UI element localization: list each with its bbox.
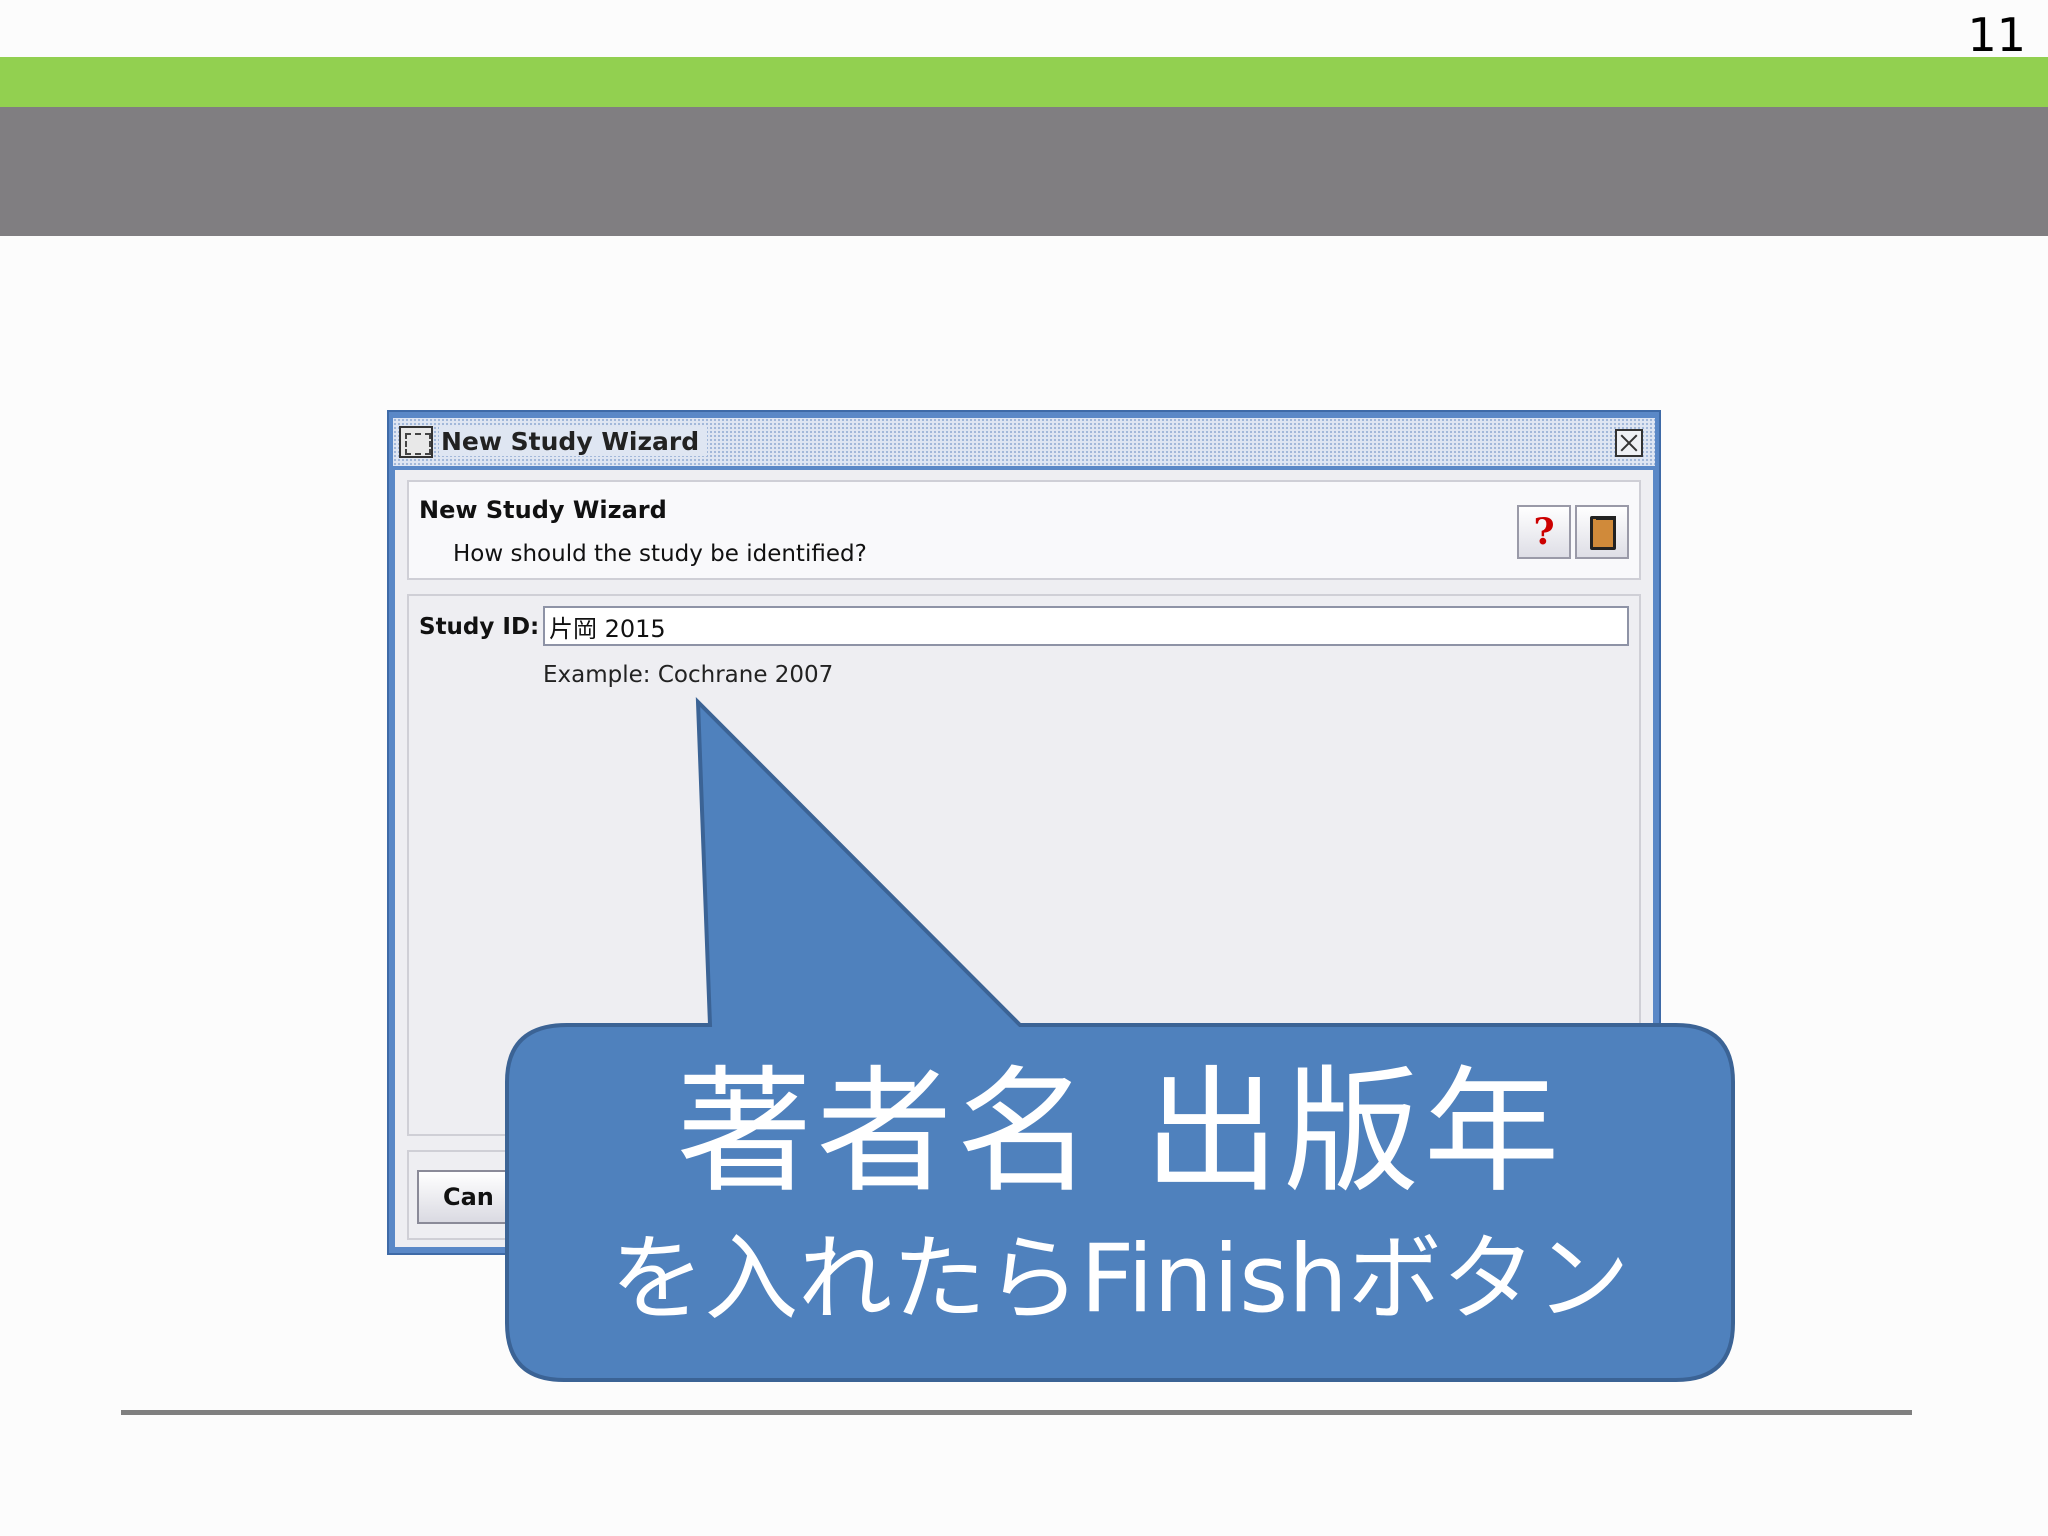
callout-line-1: 著者名 出版年 — [676, 1054, 1564, 1212]
callout-line-2: を入れたらFinishボタン — [610, 1225, 1630, 1334]
footer-divider — [121, 1410, 1912, 1415]
